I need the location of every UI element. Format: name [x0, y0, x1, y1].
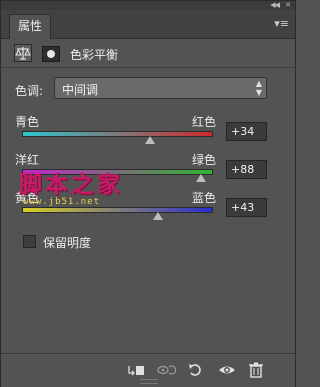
slider-right-label: 红色: [191, 115, 216, 129]
preserve-luminosity-label: 保留明度: [43, 236, 92, 250]
slider-thumb[interactable]: [153, 212, 164, 220]
slider-thumb[interactable]: [195, 174, 206, 182]
trash-icon[interactable]: [246, 361, 266, 379]
slider-left-label: 洋红: [15, 153, 40, 167]
adjustment-title: 色彩平衡: [70, 48, 119, 62]
properties-panel: ◀◀ ✕ 属性 ▾≡ 色彩平衡 色调: 中间调 ▲ ▼ 青色 红色 +34 洋红 …: [0, 0, 296, 387]
balance-scale-icon[interactable]: [14, 44, 32, 62]
tone-label: 色调:: [15, 84, 44, 98]
magenta-green-value-field[interactable]: +88: [226, 160, 267, 179]
slider-left-label: 黄色: [15, 191, 40, 205]
cyan-red-track[interactable]: [22, 131, 213, 137]
yellow-blue-track[interactable]: [22, 207, 213, 213]
double-chevron-left-icon[interactable]: ◀◀: [270, 1, 280, 10]
eye-icon[interactable]: [217, 361, 237, 379]
clip-to-layer-icon[interactable]: [126, 361, 146, 379]
slider-magenta-green: 洋红 绿色 +88: [1, 151, 295, 191]
resize-grip[interactable]: [140, 379, 158, 384]
tab-properties[interactable]: 属性: [9, 14, 52, 39]
up-down-arrows-icon: ▲ ▼: [255, 79, 262, 97]
tone-select-value: 中间调: [62, 83, 99, 97]
tone-select[interactable]: 中间调 ▲ ▼: [54, 77, 267, 99]
adjustment-header: 色彩平衡: [1, 39, 295, 68]
panel-top-strip: ◀◀ ✕: [1, 1, 295, 10]
slider-right-label: 蓝色: [191, 191, 216, 205]
panel-menu-icon[interactable]: ▾≡: [274, 18, 289, 29]
view-previous-state-icon[interactable]: [156, 361, 176, 379]
slider-cyan-red: 青色 红色 +34: [1, 113, 295, 153]
cyan-red-value-field[interactable]: +34: [226, 122, 267, 141]
slider-right-label: 绿色: [191, 153, 216, 167]
slider-yellow-blue: 黄色 蓝色 +43: [1, 189, 295, 229]
yellow-blue-value-field[interactable]: +43: [226, 198, 267, 217]
panel-tab-bar: 属性 ▾≡: [1, 10, 295, 39]
close-icon[interactable]: ✕: [285, 1, 291, 10]
reset-icon[interactable]: [186, 361, 206, 379]
slider-left-label: 青色: [15, 115, 40, 129]
preserve-luminosity-checkbox[interactable]: [23, 235, 36, 248]
magenta-green-track[interactable]: [22, 169, 213, 175]
layer-mask-icon[interactable]: [42, 46, 60, 62]
slider-thumb[interactable]: [144, 136, 155, 144]
